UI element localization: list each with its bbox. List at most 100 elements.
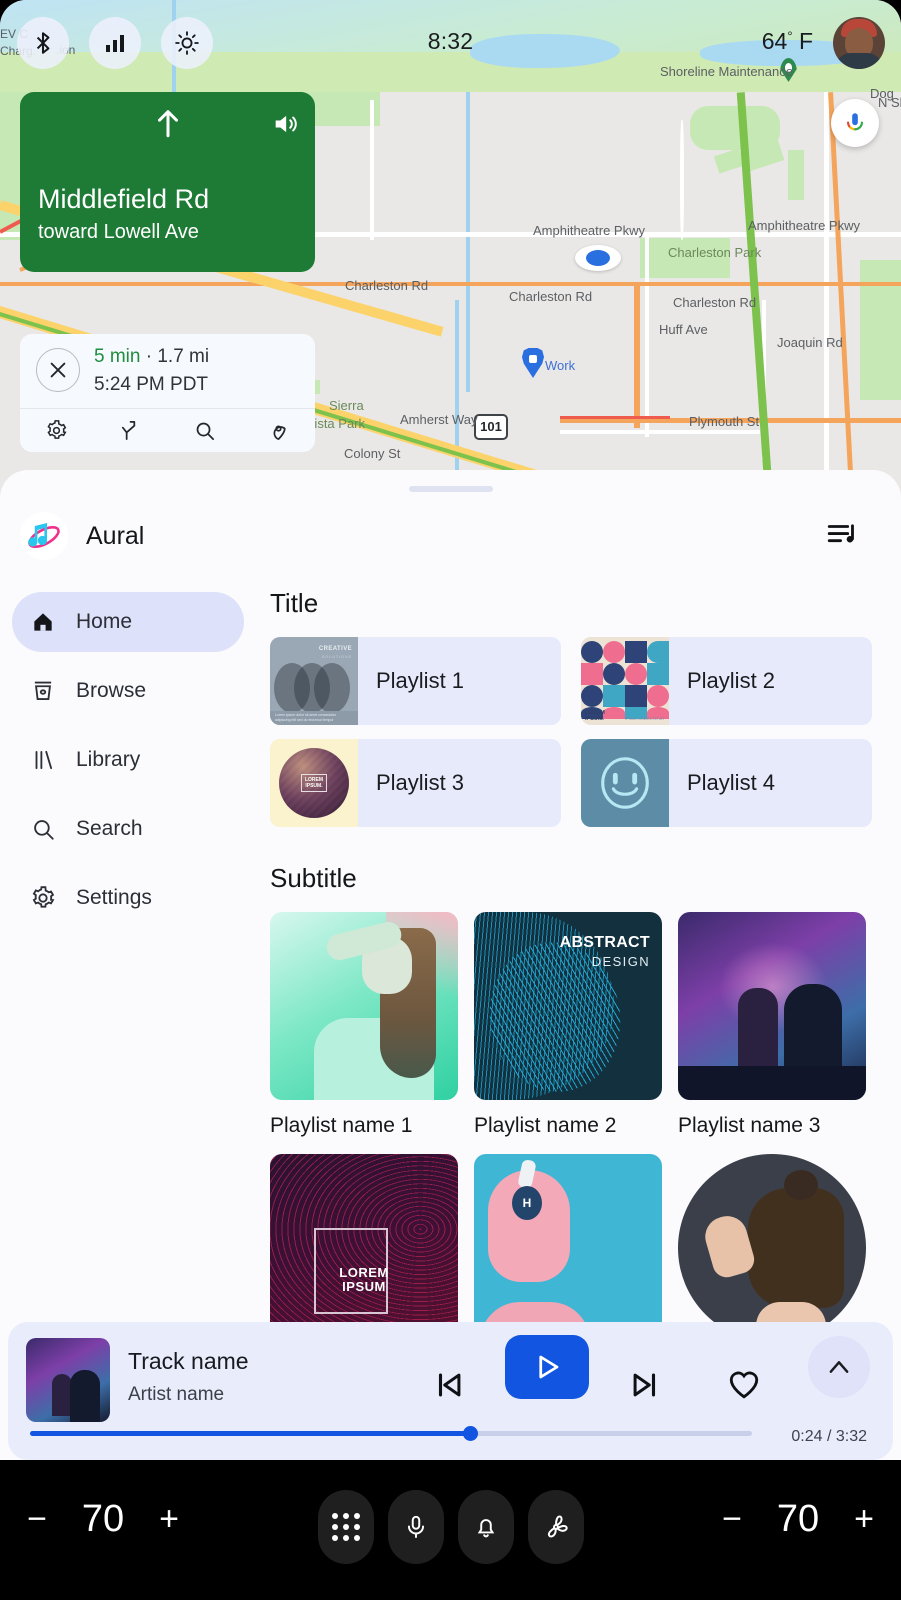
abstract-design-art: ABSTRACT DESIGN xyxy=(474,912,662,1100)
map-road xyxy=(680,120,684,240)
heart-outline-icon[interactable] xyxy=(726,1366,762,1407)
sidebar-item-search[interactable]: Search xyxy=(12,799,244,859)
app-title: Aural xyxy=(86,522,145,550)
panel-drag-handle[interactable] xyxy=(408,486,493,492)
navigation-instruction-card[interactable]: Middlefield Rd toward Lowell Ave xyxy=(20,92,315,272)
status-bar: EV CCharg. .ion 8:32 64° F xyxy=(0,0,901,86)
nav-toward-text: toward Lowell Ave xyxy=(38,221,199,243)
music-app-panel: Aural Home Browse Library Search Settings Ti… xyxy=(0,470,901,1470)
straight-arrow-icon xyxy=(151,106,185,145)
cover-item[interactable] xyxy=(678,1154,866,1342)
cover-item[interactable]: ABSTRACT DESIGN Playlist name 2 xyxy=(474,912,662,1138)
eta-toolbar xyxy=(20,408,315,452)
skip-previous-icon[interactable] xyxy=(432,1368,466,1407)
eta-summary: 5 min · 1.7 mi xyxy=(94,346,210,367)
cover-item[interactable]: Playlist name 3 xyxy=(678,912,866,1138)
settings-icon[interactable] xyxy=(20,419,94,442)
sidebar-item-label: Search xyxy=(76,817,143,840)
main-content: Title CREATIVE SOLUTIONS Lorem ipsum dolo… xyxy=(270,588,890,1342)
section-title: Title xyxy=(270,588,319,618)
lorem-ipsum-sphere-art: LOREM IPSUM. xyxy=(270,739,358,827)
driver-temp-increase[interactable]: + xyxy=(146,1500,192,1539)
mint-portrait-art xyxy=(270,912,458,1100)
progress-knob[interactable] xyxy=(463,1426,479,1441)
nav-street-name: Middlefield Rd xyxy=(38,184,210,214)
cover-grid: Playlist name 1 ABSTRACT DESIGN Playlist… xyxy=(270,912,890,1342)
apps-grid-icon[interactable] xyxy=(317,1490,374,1564)
map-park-area xyxy=(860,260,901,400)
driver-temp-decrease[interactable]: − xyxy=(14,1500,60,1539)
sidebar-item-label: Library xyxy=(76,748,141,771)
cover-label: Playlist name 3 xyxy=(678,1114,821,1137)
map-label: Amphitheatre Pkwy xyxy=(748,218,860,233)
search-icon xyxy=(30,816,64,842)
map-label: Charleston Rd xyxy=(345,278,429,293)
fan-icon[interactable] xyxy=(527,1490,584,1564)
sidebar-item-label: Home xyxy=(76,610,133,633)
notification-bell-icon[interactable] xyxy=(457,1490,514,1564)
map-label: Joaquin Rd xyxy=(777,335,843,350)
skip-next-icon[interactable] xyxy=(628,1368,662,1407)
playlist-grid: CREATIVE SOLUTIONS Lorem ipsum dolor sit … xyxy=(270,637,890,827)
queue-music-icon[interactable] xyxy=(825,518,859,557)
home-icon xyxy=(30,609,64,635)
map-label: Amphitheatre Pkwy xyxy=(533,223,645,238)
cover-item[interactable]: Playlist name 1 xyxy=(270,912,458,1138)
microphone-icon[interactable] xyxy=(387,1490,444,1564)
app-header: Aural xyxy=(0,512,901,574)
cover-item[interactable]: H xyxy=(474,1154,662,1342)
concert-stage-art xyxy=(678,912,866,1100)
map-label: Work xyxy=(545,358,576,373)
progress-bar[interactable] xyxy=(30,1426,752,1441)
passenger-temp-increase[interactable]: + xyxy=(841,1500,887,1539)
cover-art-overlay: LOREM IPSUM xyxy=(339,1265,389,1294)
search-icon[interactable] xyxy=(168,419,242,442)
playlist-card[interactable]: LOREM IPSUM. Playlist 3 xyxy=(270,739,561,827)
driver-temp-value: 70 xyxy=(81,1498,125,1540)
car-infotainment-screen: 101 Shoreline Maintenance Dog Amphitheatre… xyxy=(0,0,901,1600)
sidebar-item-browse[interactable]: Browse xyxy=(12,661,244,721)
map-label: Huff Ave xyxy=(659,322,708,337)
map-label: Charleston Park xyxy=(668,245,762,260)
playlist-card[interactable]: LOREM IPSUM. IPSUM CONSECTETUR Playlist 2 xyxy=(581,637,872,725)
map-label: N Sh xyxy=(878,95,901,110)
chevron-up-icon[interactable] xyxy=(808,1336,870,1398)
map-label: Colony St xyxy=(344,446,401,461)
map-traffic-slow xyxy=(560,416,670,419)
now-playing-artwork[interactable] xyxy=(26,1338,110,1422)
cover-art-title: ABSTRACT xyxy=(559,934,650,951)
sidebar-item-library[interactable]: Library xyxy=(12,730,244,790)
map-road xyxy=(645,237,649,437)
sidebar-item-settings[interactable]: Settings xyxy=(12,868,244,928)
avatar[interactable] xyxy=(833,17,885,69)
progress-fill xyxy=(30,1431,471,1436)
assistant-mic-icon[interactable] xyxy=(831,99,879,147)
section-subtitle: Subtitle xyxy=(270,863,357,893)
sidebar-item-home[interactable]: Home xyxy=(12,592,244,652)
driver-temperature-control: − 70 + xyxy=(14,1498,192,1541)
playlist-name: Playlist 4 xyxy=(687,770,776,795)
playlist-card[interactable]: CREATIVE SOLUTIONS Lorem ipsum dolor sit … xyxy=(270,637,561,725)
location-pin-icon[interactable] xyxy=(241,419,315,442)
smiley-face-art xyxy=(581,739,669,827)
settings-gear-icon xyxy=(30,885,64,911)
passenger-temp-value: 70 xyxy=(776,1498,820,1540)
cover-item[interactable]: LOREM IPSUM xyxy=(270,1154,458,1342)
play-button[interactable] xyxy=(505,1335,589,1399)
cover-label: Playlist name 1 xyxy=(270,1114,413,1137)
volume-on-icon[interactable] xyxy=(271,110,299,143)
route-alternatives-icon[interactable] xyxy=(94,419,168,442)
passenger-temp-decrease[interactable]: − xyxy=(709,1500,755,1539)
close-icon[interactable] xyxy=(36,348,80,392)
sidebar: Home Browse Library Search Settings xyxy=(12,592,244,937)
aural-logo-icon xyxy=(20,512,68,560)
trip-eta-card[interactable]: 5 min · 1.7 mi 5:24 PM PDT xyxy=(20,334,315,452)
playlist-card[interactable]: Playlist 4 xyxy=(581,739,872,827)
map-label: Plymouth St xyxy=(689,414,760,429)
playlist-name: Playlist 3 xyxy=(376,770,465,795)
geometric-pattern-art: LOREM IPSUM. IPSUM CONSECTETUR xyxy=(581,637,669,725)
headphone-badge: H xyxy=(512,1186,542,1220)
current-location-marker xyxy=(575,245,621,271)
library-icon xyxy=(30,747,64,773)
cover-label: Playlist name 2 xyxy=(474,1114,617,1137)
